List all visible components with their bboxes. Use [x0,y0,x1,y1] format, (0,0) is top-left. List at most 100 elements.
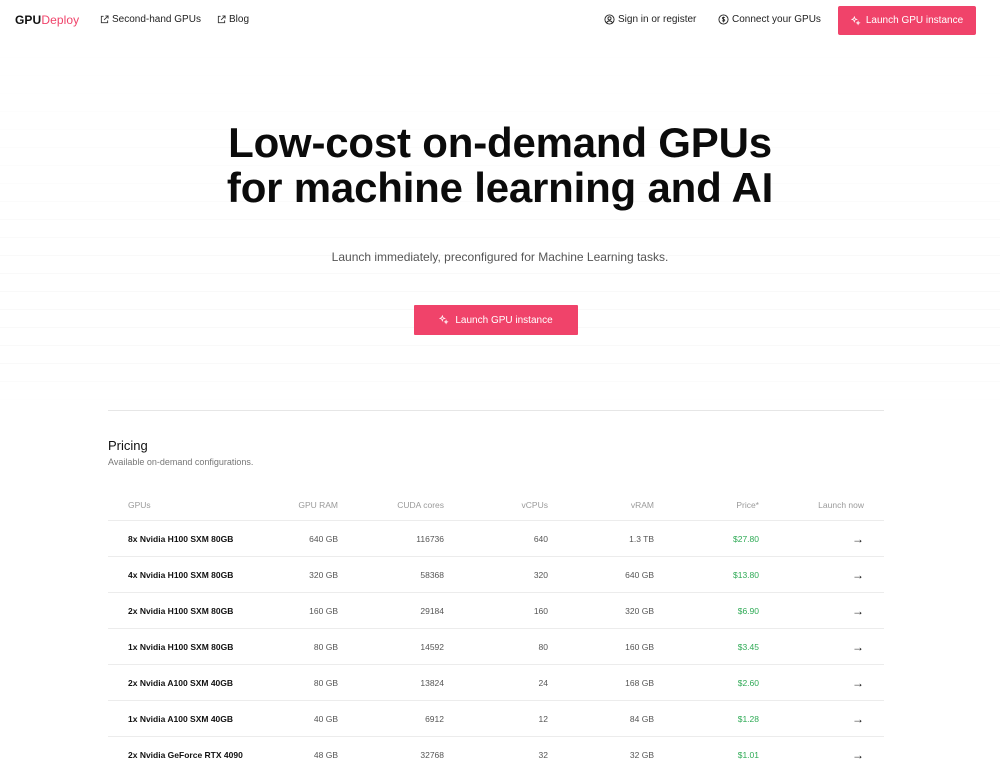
hero-title: Low-cost on-demand GPUs for machine lear… [0,120,1000,210]
column-header-gpu-ram: GPU RAM [298,500,338,510]
cuda-cores: 13824 [420,677,444,688]
table-row[interactable]: 4x Nvidia H100 SXM 80GB 320 GB 58368 320… [108,556,884,592]
table-row[interactable]: 2x Nvidia GeForce RTX 4090 48 GB 32768 3… [108,736,884,771]
gpu-name: 2x Nvidia A100 SXM 40GB [128,677,234,688]
launch-now-arrow-icon[interactable]: → [852,521,864,556]
connect-gpus-link[interactable]: Connect your GPUs [718,14,821,25]
vram: 84 GB [629,713,654,724]
arrow-right-icon: → [852,747,864,762]
vram: 1.3 TB [629,533,654,544]
cuda-cores: 29184 [420,605,444,616]
launch-now-arrow-icon[interactable]: → [852,557,864,592]
gpu-ram: 640 GB [309,533,338,544]
launch-now-arrow-icon[interactable]: → [852,629,864,664]
cuda-cores: 116736 [416,533,444,544]
arrow-right-icon: → [852,711,864,726]
column-header-vcpus: vCPUs [521,500,548,510]
price: $27.80 [733,533,759,544]
vcpus: 640 [533,533,548,544]
launch-button-label: Launch GPU instance [865,15,964,26]
column-header-cuda-cores: CUDA cores [397,500,444,510]
cuda-cores: 14592 [420,641,444,652]
gpu-name: 2x Nvidia H100 SXM 80GB [128,605,234,616]
arrow-right-icon: → [852,531,864,546]
table-row[interactable]: 1x Nvidia A100 SXM 40GB 40 GB 6912 12 84… [108,700,884,736]
hero-title-line-2: for machine learning and AI [226,164,774,211]
launch-now-arrow-icon[interactable]: → [852,701,864,736]
sparkle-icon [439,315,449,325]
gpu-ram: 40 GB [313,713,338,724]
sign-in-label: Sign in or register [618,14,697,25]
logo[interactable]: GPUDeploy [15,13,79,27]
price: $1.01 [737,749,759,760]
gpu-name: 4x Nvidia H100 SXM 80GB [128,569,234,580]
sign-in-link[interactable]: Sign in or register [604,14,696,25]
gpu-ram: 80 GB [313,641,338,652]
table-row[interactable]: 1x Nvidia H100 SXM 80GB 80 GB 14592 80 1… [108,628,884,664]
vcpus: 160 [533,605,548,616]
arrow-right-icon: → [852,675,864,690]
arrow-right-icon: → [852,603,864,618]
sparkle-icon [850,15,861,25]
gpu-ram: 320 GB [309,569,338,580]
pricing-title: Pricing [108,438,148,453]
cuda-cores: 6912 [425,713,444,724]
table-row[interactable]: 2x Nvidia A100 SXM 40GB 80 GB 13824 24 1… [108,664,884,700]
user-circle-icon [604,14,615,25]
vram: 168 GB [625,677,654,688]
vram: 32 GB [629,749,654,760]
vram: 320 GB [625,605,654,616]
price: $1.28 [737,713,759,724]
launch-now-arrow-icon[interactable]: → [852,737,864,771]
gpu-name: 1x Nvidia A100 SXM 40GB [128,713,234,724]
hero-background [0,40,1000,420]
dollar-circle-icon [718,14,729,25]
table-row[interactable]: 2x Nvidia H100 SXM 80GB 160 GB 29184 160… [108,592,884,628]
vram: 160 GB [625,641,654,652]
cuda-cores: 58368 [420,569,444,580]
column-header-price: Price* [736,500,759,510]
price: $3.45 [737,641,759,652]
gpu-name: 2x Nvidia GeForce RTX 4090 [128,749,243,760]
vram: 640 GB [625,569,654,580]
logo-secondary: Deploy [41,13,80,27]
pricing-table: GPUs GPU RAM CUDA cores vCPUs vRAM Price… [108,490,884,771]
logo-primary: GPU [15,13,42,27]
gpu-ram: 160 GB [309,605,338,616]
vcpus: 12 [538,713,548,724]
vcpus: 32 [538,749,548,760]
arrow-right-icon: → [852,639,864,654]
nav-link-label: Second-hand GPUs [112,14,201,25]
hero-title-line-1: Low-cost on-demand GPUs [228,119,772,166]
price: $6.90 [737,605,759,616]
hero-subtitle: Launch immediately, preconfigured for Ma… [331,250,669,264]
price: $13.80 [733,569,759,580]
vcpus: 24 [538,677,548,688]
hero-launch-gpu-instance-button[interactable]: Launch GPU instance [414,305,578,335]
table-row[interactable]: 8x Nvidia H100 SXM 80GB 640 GB 116736 64… [108,520,884,556]
arrow-right-icon: → [852,567,864,582]
launch-gpu-instance-button[interactable]: Launch GPU instance [838,6,976,35]
launch-now-arrow-icon[interactable]: → [852,665,864,700]
price: $2.60 [737,677,759,688]
pricing-subtitle: Available on-demand configurations. [108,457,254,467]
gpu-name: 1x Nvidia H100 SXM 80GB [128,641,234,652]
column-header-vram: vRAM [630,500,654,510]
external-link-icon [100,15,109,24]
launch-now-arrow-icon[interactable]: → [852,593,864,628]
hero-launch-button-label: Launch GPU instance [455,314,553,326]
vcpus: 320 [533,569,548,580]
nav-link-label: Blog [229,14,250,25]
nav-link-blog[interactable]: Blog [217,14,249,25]
external-link-icon [217,15,226,24]
gpu-ram: 48 GB [313,749,338,760]
nav-link-second-hand-gpus[interactable]: Second-hand GPUs [100,14,201,25]
column-header-launch-now: Launch now [818,500,864,510]
gpu-name: 8x Nvidia H100 SXM 80GB [128,533,234,544]
cuda-cores: 32768 [420,749,444,760]
vcpus: 80 [538,641,548,652]
section-divider [108,410,884,411]
connect-gpus-label: Connect your GPUs [732,14,821,25]
gpu-ram: 80 GB [313,677,338,688]
table-header: GPUs GPU RAM CUDA cores vCPUs vRAM Price… [108,490,884,520]
